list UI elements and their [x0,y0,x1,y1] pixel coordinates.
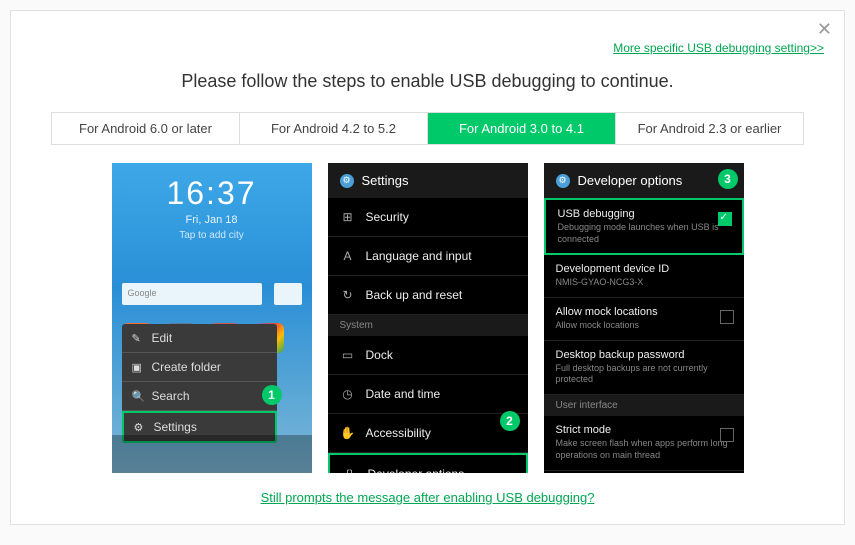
search-icon: 🔍 [132,390,144,403]
menu-search: 🔍 Search [122,382,277,411]
menu-label: Search [152,389,190,403]
bottom-link-wrap: Still prompts the message after enabling… [11,489,844,507]
gear-icon: ⚙ [556,174,570,188]
top-link[interactable]: More specific USB debugging setting>> [613,41,824,55]
tab-android-30-41[interactable]: For Android 3.0 to 4.1 [428,113,616,144]
step-badge-2: 2 [500,411,520,431]
item-sub: Make screen flash when apps perform long… [556,438,732,461]
time-text: 16:37 [112,175,312,212]
item-backup-password: Desktop backup password Full desktop bac… [544,341,744,395]
item-sub: Allow mock locations [556,320,732,332]
settings-list: ⊞ Security A Language and input ↻ Back up a… [328,198,528,473]
item-device-id: Development device ID NMIS-GYAO-NCG3-X [544,255,744,298]
item-label: Accessibility [366,426,431,440]
tab-android-23[interactable]: For Android 2.3 or earlier [616,113,803,144]
item-title: Strict mode [556,424,732,436]
item-usb-debugging: USB debugging Debugging mode launches wh… [544,198,744,255]
header-label: Settings [362,173,409,188]
tabs: For Android 6.0 or later For Android 4.2… [51,112,804,145]
google-search: Google [122,283,262,305]
item-mock-locations: Allow mock locations Allow mock location… [544,298,744,341]
context-menu: ✎ Edit ▣ Create folder 🔍 Search ⚙ Settings [122,324,277,443]
edit-icon: ✎ [132,332,144,345]
close-button[interactable]: ✕ [817,19,832,40]
menu-edit: ✎ Edit [122,324,277,353]
item-developer-options: {} Developer options [328,453,528,473]
folder-icon: ▣ [132,361,144,374]
phone-3: ⚙ Developer options 3 USB debugging Debu… [544,163,744,473]
menu-label: Create folder [152,360,221,374]
phones-row: 16:37 Fri, Jan 18 Tap to add city Google… [11,163,844,473]
step-badge-1: 1 [262,385,282,405]
checkbox [720,310,734,324]
dialog: ✕ More specific USB debugging setting>> … [10,10,845,525]
dock [112,435,312,473]
date-text: Fri, Jan 18 [112,214,312,226]
item-backup: ↻ Back up and reset [328,276,528,315]
menu-label: Settings [154,420,197,434]
security-icon: ⊞ [340,209,356,225]
item-label: Dock [366,348,393,362]
item-dock: ▭ Dock [328,336,528,375]
step-badge-3: 3 [718,169,738,189]
menu-create-folder: ▣ Create folder [122,353,277,382]
backup-icon: ↻ [340,287,356,303]
clock-widget: 16:37 Fri, Jan 18 Tap to add city [112,175,312,241]
item-label: Security [366,210,409,224]
menu-label: Edit [152,331,173,345]
settings-header: ⚙ Settings [328,163,528,198]
item-label: Date and time [366,387,441,401]
item-title: Allow mock locations [556,306,732,318]
item-security: ⊞ Security [328,198,528,237]
gear-icon: ⚙ [340,174,354,188]
tab-android-42-52[interactable]: For Android 4.2 to 5.2 [240,113,428,144]
section-ui: User interface [544,395,744,416]
header-label: Developer options [578,173,683,188]
item-label: Back up and reset [366,288,463,302]
mic-icon [274,283,302,305]
item-sub: Debugging mode launches when USB is conn… [558,222,730,245]
item-title: USB debugging [558,208,730,220]
item-sub: Full desktop backups are not currently p… [556,363,732,386]
bottom-link[interactable]: Still prompts the message after enabling… [261,490,595,505]
item-sub: NMIS-GYAO-NCG3-X [556,277,732,289]
section-system: System [328,315,528,336]
item-accessibility: ✋ Accessibility [328,414,528,453]
phone-1: 16:37 Fri, Jan 18 Tap to add city Google… [112,163,312,473]
item-title: Desktop backup password [556,349,732,361]
checkbox-checked [718,212,732,226]
dock-icon: ▭ [340,347,356,363]
tab-android-6[interactable]: For Android 6.0 or later [52,113,240,144]
item-language: A Language and input [328,237,528,276]
clock-icon: ◷ [340,386,356,402]
item-label: Language and input [366,249,472,263]
item-title: Development device ID [556,263,732,275]
item-datetime: ◷ Date and time [328,375,528,414]
phone-2: ⚙ Settings ⊞ Security A Language and input… [328,163,528,473]
gear-icon: ⚙ [134,421,146,434]
hint-text: Tap to add city [112,230,312,241]
language-icon: A [340,248,356,264]
braces-icon: {} [342,466,358,473]
checkbox [720,428,734,442]
hand-icon: ✋ [340,425,356,441]
item-strict-mode: Strict mode Make screen flash when apps … [544,416,744,470]
item-pointer-location: Show pointer location Screen overlay sho… [544,471,744,474]
item-label: Developer options [368,467,465,473]
dev-list: USB debugging Debugging mode launches wh… [544,198,744,473]
dev-options-header: ⚙ Developer options [544,163,744,198]
page-title: Please follow the steps to enable USB de… [11,71,844,92]
